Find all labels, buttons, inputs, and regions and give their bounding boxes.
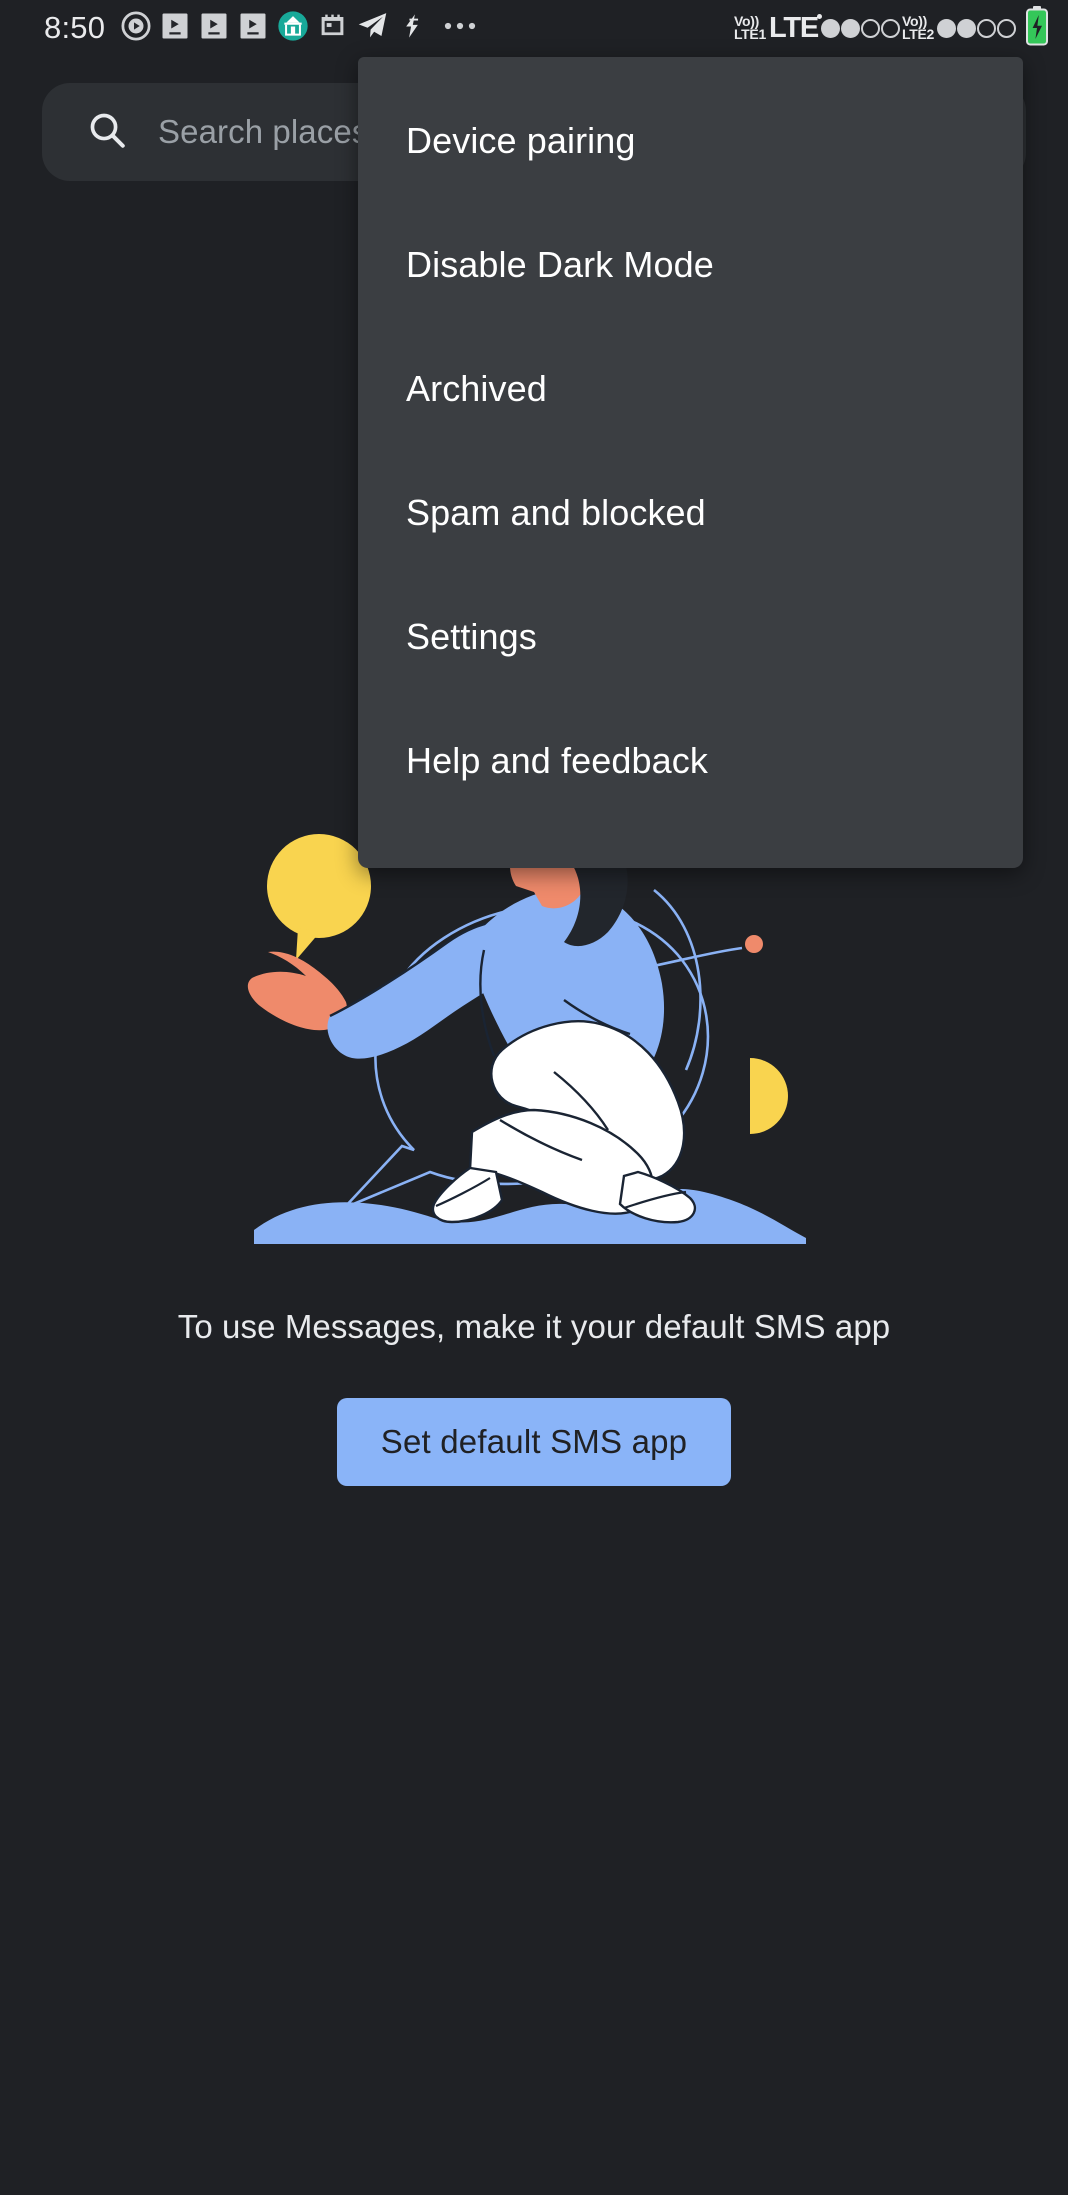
menu-item-settings[interactable]: Settings (358, 575, 1023, 699)
empty-state-title: To use Messages, make it your default SM… (177, 1308, 891, 1345)
signal-dot-empty (977, 18, 996, 38)
sim2-volte-badge: Vo)) LTE2 (902, 14, 934, 42)
telegram-icon (356, 9, 389, 47)
store-icon (277, 10, 309, 47)
sim1-network-label: LTE (768, 11, 823, 44)
signal-dot-empty (997, 18, 1016, 38)
status-bar-connectivity-icons: Vo)) LTE1 LTE Vo)) LTE2 (734, 5, 1050, 51)
menu-item-device-pairing[interactable]: Device pairing (358, 79, 1023, 203)
sim1-volte-bottom: LTE1 (733, 26, 766, 42)
menu-item-help-and-feedback[interactable]: Help and feedback (358, 699, 1023, 823)
flash-icon (398, 12, 426, 45)
sim1-volte-badge: Vo)) LTE1 (733, 14, 766, 42)
signal-dot-empty (881, 18, 900, 38)
video-notification-icon-2 (199, 11, 229, 46)
calendar-icon (318, 11, 347, 45)
signal-dot-filled (957, 18, 976, 38)
sim1-signal-bars (821, 18, 900, 38)
video-notification-icon-3 (238, 11, 268, 46)
person-sitting-illustration (0, 820, 1068, 1250)
signal-dot-filled (937, 18, 956, 38)
status-bar-notification-icons (121, 9, 477, 47)
signal-dot-filled (841, 18, 860, 38)
menu-item-spam-and-blocked[interactable]: Spam and blocked (358, 451, 1023, 575)
battery-charging-icon (1024, 5, 1050, 51)
video-notification-icon-1 (160, 11, 190, 46)
menu-item-disable-dark-mode[interactable]: Disable Dark Mode (358, 203, 1023, 327)
set-default-sms-app-button[interactable]: Set default SMS app (336, 1398, 732, 1486)
signal-dot-empty (861, 18, 880, 38)
media-play-circle-icon (121, 11, 151, 46)
more-notifications-icon (443, 19, 477, 37)
set-default-button-wrap: Set default SMS app (0, 1398, 1068, 1486)
empty-state-container: To use Messages, make it your default SM… (0, 820, 1068, 1486)
search-input-placeholder[interactable]: Search places (158, 113, 368, 151)
status-bar-clock: 8:50 (44, 10, 106, 45)
status-bar: 8:50 Vo)) LTE1 LTE Vo)) LTE2 (0, 0, 1068, 56)
sim2-signal-cluster: Vo)) LTE2 (902, 14, 1016, 42)
sim1-signal-cluster: Vo)) LTE1 LTE (734, 12, 900, 45)
search-icon (86, 109, 128, 156)
overflow-menu[interactable]: Device pairing Disable Dark Mode Archive… (358, 57, 1023, 868)
sim2-signal-bars (937, 18, 1016, 38)
sim2-volte-bottom: LTE2 (902, 26, 934, 42)
signal-dot-filled (821, 18, 840, 38)
menu-item-archived[interactable]: Archived (358, 327, 1023, 451)
